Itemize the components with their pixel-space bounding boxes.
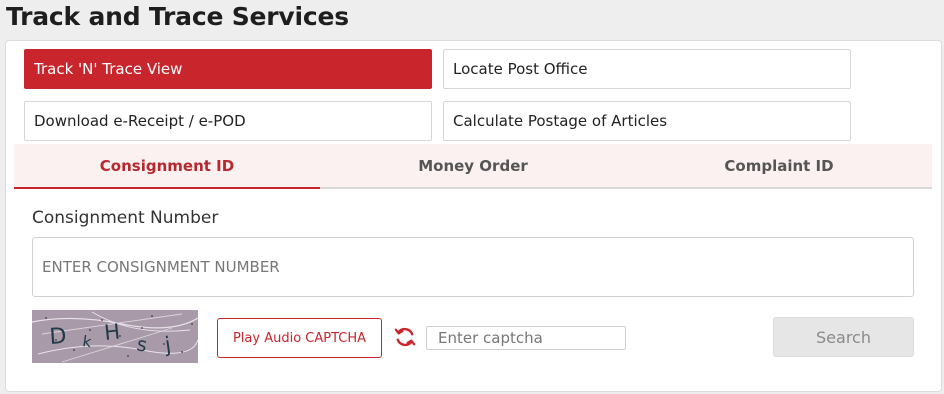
calculate-postage-button[interactable]: Calculate Postage of Articles: [443, 101, 851, 141]
captcha-input[interactable]: [426, 326, 626, 350]
page-title: Track and Trace Services: [6, 2, 349, 31]
tab-consignment-id[interactable]: Consignment ID: [14, 144, 320, 189]
tab-money-order[interactable]: Money Order: [320, 144, 626, 187]
search-button[interactable]: Search: [773, 317, 914, 357]
download-ereceipt-button[interactable]: Download e-Receipt / e-POD: [24, 101, 432, 141]
play-audio-captcha-button[interactable]: Play Audio CAPTCHA: [217, 318, 382, 358]
locate-post-office-button[interactable]: Locate Post Office: [443, 49, 851, 89]
track-trace-view-button[interactable]: Track 'N' Trace View: [24, 49, 432, 89]
track-trace-card: Track 'N' Trace View Locate Post Office …: [5, 40, 942, 392]
consignment-number-input[interactable]: [32, 237, 914, 297]
tab-complaint-id[interactable]: Complaint ID: [626, 144, 932, 187]
captcha-char-1: D: [49, 324, 68, 350]
captcha-image: D k H s j: [32, 310, 198, 363]
captcha-graphic: D k H s j: [32, 310, 198, 363]
consignment-number-label: Consignment Number: [32, 208, 219, 228]
refresh-icon[interactable]: [393, 325, 417, 349]
tracking-tabs: Consignment ID Money Order Complaint ID: [14, 144, 932, 189]
captcha-char-3: H: [103, 319, 121, 345]
